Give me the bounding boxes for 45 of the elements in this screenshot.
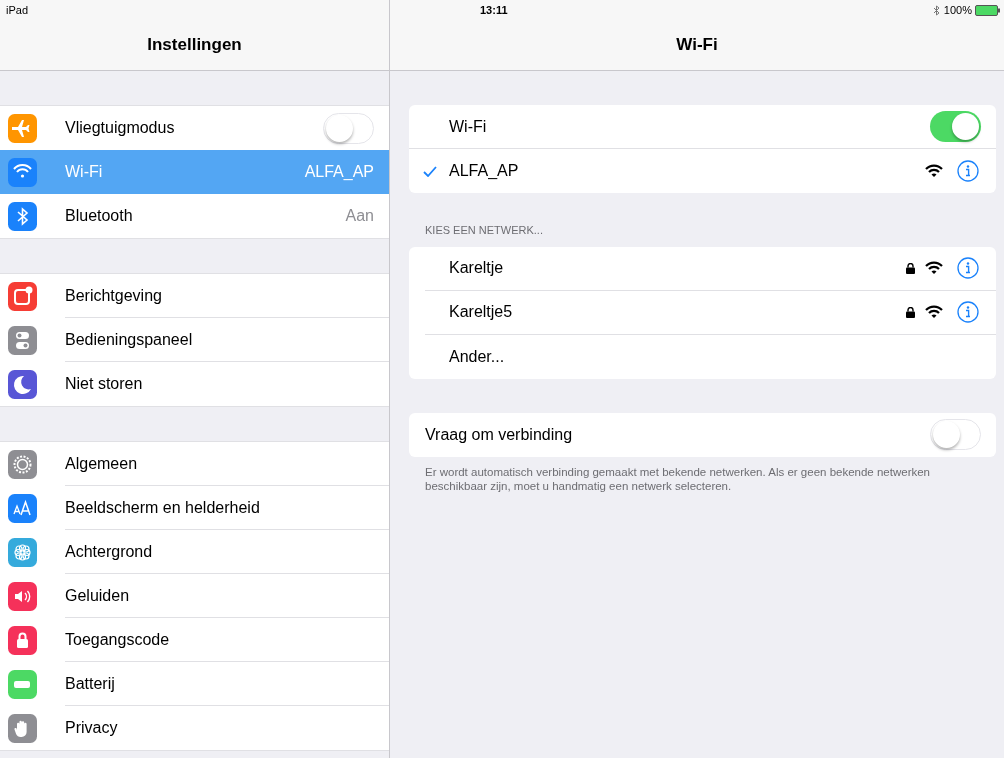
ask-to-join-toggle[interactable]	[930, 419, 981, 450]
item-label: Berichtgeving	[65, 285, 163, 306]
clock: 13:11	[480, 2, 508, 18]
network-name: ALFA_AP	[449, 161, 520, 181]
item-value: Aan	[345, 206, 374, 226]
network-row[interactable]: Ander...	[425, 334, 996, 379]
sidebar-title: Instellingen	[147, 34, 242, 57]
wifi-icon	[925, 305, 943, 319]
wifi-label: Wi-Fi	[449, 116, 488, 137]
info-icon[interactable]	[957, 257, 979, 279]
item-label: Niet storen	[65, 374, 144, 394]
item-value: ALFA_AP	[304, 162, 374, 182]
ask-to-join-label: Vraag om verbinding	[425, 424, 574, 445]
network-row[interactable]: Kareltje	[425, 246, 996, 291]
battery-percent: 100%	[943, 2, 972, 18]
item-label: Geluiden	[65, 585, 131, 606]
item-label: Algemeen	[65, 453, 139, 474]
item-label: Bedieningspaneel	[65, 329, 194, 350]
lock-icon	[906, 306, 915, 318]
network-name: Kareltje5	[449, 302, 514, 322]
network-name: Ander...	[449, 346, 506, 367]
wifi-icon	[925, 261, 943, 275]
bluetooth-icon	[932, 4, 940, 16]
section-header: KIES EEN NETWERK...	[424, 223, 544, 238]
item-label: Vliegtuigmodus	[65, 118, 176, 138]
airplane-toggle[interactable]	[323, 112, 374, 144]
item-label: Beeldscherm en helderheid	[65, 497, 261, 518]
info-icon[interactable]	[957, 160, 979, 182]
network-row[interactable]: Kareltje5	[425, 290, 996, 335]
device-name: iPad	[6, 2, 29, 18]
item-label: Achtergrond	[65, 541, 154, 562]
item-label: Wi-Fi	[65, 162, 104, 182]
footnote: Er wordt automatisch verbinding gemaakt met bekende netwerken. Als er geen bekende netwerken beschikbaar zijn, moet u handmatig een netwerk selecteren.	[424, 464, 932, 493]
battery-icon	[975, 4, 1000, 16]
lock-icon	[906, 262, 915, 274]
item-label: Bluetooth	[65, 206, 134, 226]
info-icon[interactable]	[957, 301, 979, 323]
page-title: Wi-Fi	[676, 34, 718, 57]
item-label: Privacy	[65, 718, 119, 738]
network-name: Kareltje	[449, 258, 505, 278]
network-row[interactable]: ALFA_AP	[409, 149, 996, 193]
item-label: Toegangscode	[65, 629, 171, 650]
wifi-toggle[interactable]	[930, 111, 981, 142]
wifi-icon	[925, 164, 943, 178]
item-label: Batterij	[65, 673, 116, 694]
